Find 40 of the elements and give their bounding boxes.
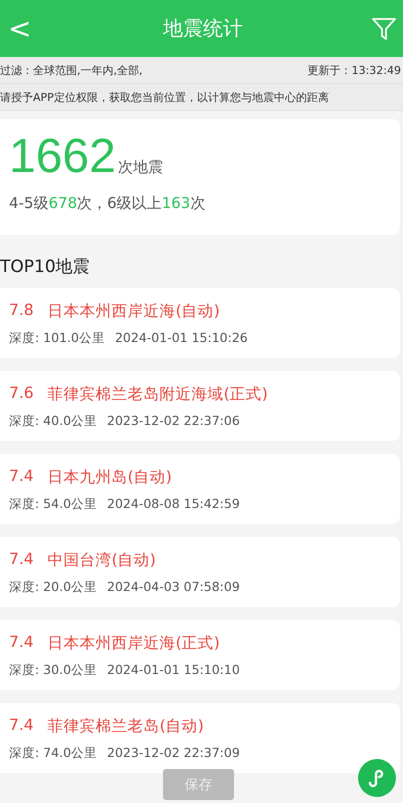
depth: 深度: 74.0公里 [9,745,98,762]
earthquake-card[interactable]: 7.4 日本九州岛(自动) 深度: 54.0公里 2024-08-08 15:42:59 [0,454,400,524]
location: 日本本州西岸近海(自动) [48,301,220,322]
updated-time: 更新于：13:32:49 [308,62,401,78]
magnitude: 7.8 [9,301,34,321]
total-unit: 次地震 [118,158,163,176]
depth: 深度: 20.0公里 [9,579,98,596]
location: 日本九州岛(自动) [48,467,172,488]
magnitude-breakdown: 4-5级678次，6级以上163次 [9,194,206,212]
earthquake-card[interactable]: 7.4 菲律宾棉兰老岛(自动) 深度: 74.0公里 2023-12-02 22:37:09 [0,703,400,773]
location: 菲律宾棉兰老岛(自动) [48,716,204,737]
time: 2024-04-03 07:58:09 [107,579,240,596]
link-button[interactable] [358,759,396,797]
magnitude: 7.4 [9,716,34,736]
earthquake-card[interactable]: 7.4 日本本州西岸近海(正式) 深度: 30.0公里 2024-01-01 15:10:10 [0,620,400,690]
depth: 深度: 54.0公里 [9,496,98,513]
magnitude: 7.4 [9,467,34,487]
location-notice: 请授予APP定位权限，获取您当前位置，以计算您与地震中心的距离 [0,90,329,104]
time: 2024-01-01 15:10:10 [107,662,240,679]
location: 日本本州西岸近海(正式) [48,633,220,654]
location: 菲律宾棉兰老岛附近海域(正式) [48,384,268,405]
time: 2024-08-08 15:42:59 [107,496,240,513]
filter-icon[interactable] [371,16,397,42]
time: 2023-12-02 22:37:06 [107,413,240,430]
depth: 深度: 101.0公里 [9,330,105,347]
earthquake-card[interactable]: 7.8 日本本州西岸近海(自动) 深度: 101.0公里 2024-01-01 15:10:26 [0,288,400,358]
depth: 深度: 40.0公里 [9,413,98,430]
total-count: 1662 [9,130,116,183]
magnitude: 7.6 [9,384,34,404]
earthquake-card[interactable]: 7.6 菲律宾棉兰老岛附近海域(正式) 深度: 40.0公里 2023-12-02 22:37:06 [0,371,400,441]
magnitude: 7.4 [9,550,34,570]
page-title: 地震统计 [163,15,244,42]
section-title: TOP10地震 [0,257,90,277]
location: 中国台湾(自动) [48,550,156,571]
filter-text: 过滤：全球范围,一年内,全部, [0,62,142,78]
time: 2024-01-01 15:10:26 [114,330,248,347]
magnitude: 7.4 [9,633,34,653]
time: 2023-12-02 22:37:09 [107,745,240,762]
depth: 深度: 30.0公里 [9,662,98,679]
earthquake-card[interactable]: 7.4 中国台湾(自动) 深度: 20.0公里 2024-04-03 07:58:09 [0,537,400,607]
